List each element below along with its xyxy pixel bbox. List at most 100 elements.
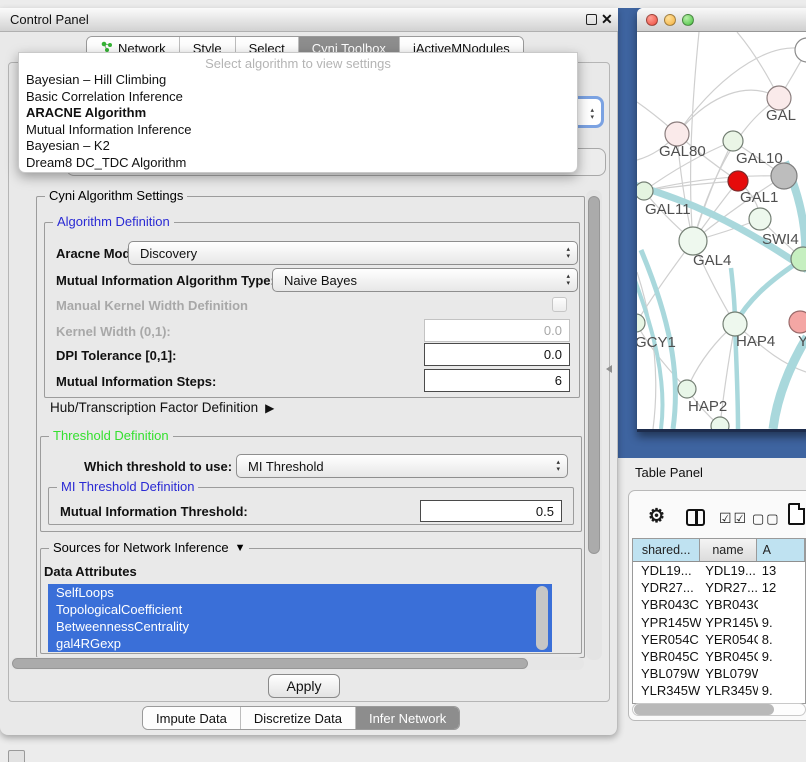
dropdown-item-selected[interactable]: ARACNE Algorithm bbox=[19, 105, 577, 122]
mi-type-combobox[interactable]: Naive Bayes ▴▾ bbox=[272, 268, 578, 292]
mi-steps-field[interactable]: 6 bbox=[424, 369, 570, 392]
which-threshold-combobox[interactable]: MI Threshold ▴▾ bbox=[236, 454, 568, 478]
node-bottom[interactable] bbox=[711, 417, 729, 429]
collapse-arrow-icon[interactable]: ▼ bbox=[235, 542, 246, 554]
tab-discretize-data[interactable]: Discretize Data bbox=[240, 707, 355, 729]
mi-threshold-label: Mutual Information Threshold: bbox=[60, 504, 248, 519]
aracne-mode-combobox[interactable]: Discovery ▴▾ bbox=[128, 241, 578, 265]
node-label: HAP2 bbox=[688, 398, 727, 415]
document-icon[interactable] bbox=[788, 503, 805, 525]
node-label: GAL4 bbox=[693, 252, 731, 269]
node-label: GAL1 bbox=[740, 189, 778, 206]
horizontal-scrollbar-thumb[interactable] bbox=[12, 658, 528, 669]
table-header-row: shared... name A bbox=[633, 539, 805, 562]
control-panel-title: Control Panel bbox=[10, 12, 89, 27]
list-item[interactable]: gal4RGexp bbox=[48, 635, 552, 652]
table-row[interactable]: YBR043CYBR043C bbox=[633, 596, 805, 613]
table-hscrollbar-thumb[interactable] bbox=[634, 704, 774, 715]
kernel-width-label: Kernel Width (0,1): bbox=[56, 324, 171, 339]
network-node-labels: GAL GAL80 GAL10 GAL1 SWI4 GAL11 GAL4 GCY… bbox=[637, 107, 806, 415]
zoom-traffic-light[interactable] bbox=[682, 14, 694, 26]
network-window-titlebar bbox=[637, 8, 806, 32]
table-row[interactable]: YBR045CYBR045C9. bbox=[633, 648, 805, 665]
network-window: GAL GAL80 GAL10 GAL1 SWI4 GAL11 GAL4 GCY… bbox=[637, 8, 806, 432]
deselect-all-columns-icon[interactable]: ▢▢ bbox=[752, 511, 781, 527]
mi-type-label: Mutual Information Algorithm Type: bbox=[56, 273, 275, 288]
table-row[interactable]: YLR345WYLR345W9. bbox=[633, 682, 805, 699]
stepper-arrows-icon: ▴▾ bbox=[556, 459, 560, 473]
mi-threshold-field[interactable]: 0.5 bbox=[420, 500, 562, 522]
node-gal1[interactable] bbox=[749, 208, 771, 230]
node-red-selected[interactable] bbox=[728, 171, 748, 191]
control-panel-titlebar bbox=[0, 8, 618, 32]
mi-steps-label: Mutual Information Steps: bbox=[56, 374, 216, 389]
dropdown-item[interactable]: Basic Correlation Inference bbox=[19, 89, 577, 106]
list-item[interactable]: SelfLoops bbox=[48, 584, 552, 601]
apply-button[interactable]: Apply bbox=[268, 674, 340, 698]
table-row[interactable]: YER054CYER054C8. bbox=[633, 631, 805, 648]
tab-infer-network[interactable]: Infer Network bbox=[355, 707, 459, 729]
which-threshold-label: Which threshold to use: bbox=[84, 459, 232, 474]
dpi-tolerance-field[interactable]: 0.0 bbox=[424, 343, 570, 366]
expand-arrow-icon[interactable]: ▶ bbox=[265, 401, 274, 415]
column-header-name[interactable]: name bbox=[700, 539, 756, 561]
network-window-bottom-edge bbox=[637, 429, 806, 432]
node-label: GAL bbox=[766, 107, 796, 124]
columns-icon[interactable] bbox=[686, 509, 705, 526]
node-label: GAL10 bbox=[736, 150, 783, 167]
node-y-cut[interactable] bbox=[789, 311, 806, 333]
column-header-third[interactable]: A bbox=[757, 539, 805, 561]
node-label: Y bbox=[798, 333, 806, 350]
table-row[interactable]: YDL19...YDL19...13 bbox=[633, 562, 805, 579]
network-canvas[interactable]: GAL GAL80 GAL10 GAL1 SWI4 GAL11 GAL4 GCY… bbox=[637, 32, 806, 429]
node-label: GAL80 bbox=[659, 143, 706, 160]
attribute-table: shared... name A YDL19...YDL19...13 YDR2… bbox=[632, 538, 806, 704]
hub-definition-row[interactable]: Hub/Transcription Factor Definition ▶ bbox=[50, 400, 274, 415]
algorithm-dropdown-popup: Select algorithm to view settings Bayesi… bbox=[18, 52, 578, 173]
dropdown-placeholder: Select algorithm to view settings bbox=[19, 55, 577, 72]
dpi-tolerance-label: DPI Tolerance [0,1]: bbox=[56, 348, 176, 363]
gear-icon[interactable]: ⚙ bbox=[648, 505, 665, 528]
settings-scrollbar-thumb[interactable] bbox=[588, 196, 600, 554]
close-traffic-light[interactable] bbox=[646, 14, 658, 26]
list-item[interactable]: TopologicalCoefficient bbox=[48, 601, 552, 618]
dropdown-item[interactable]: Dream8 DC_TDC Algorithm bbox=[19, 155, 577, 172]
column-header-shared[interactable]: shared... bbox=[633, 539, 700, 561]
table-panel-title: Table Panel bbox=[635, 465, 703, 480]
close-icon[interactable]: ✕ bbox=[601, 11, 613, 28]
manual-kernel-label: Manual Kernel Width Definition bbox=[56, 298, 248, 313]
tab-impute-data[interactable]: Impute Data bbox=[143, 707, 240, 729]
list-item[interactable]: BetweennessCentrality bbox=[48, 618, 552, 635]
node-label: GAL11 bbox=[645, 201, 691, 218]
node-label: GCY1 bbox=[637, 334, 676, 351]
select-all-columns-icon[interactable]: ☑☑ bbox=[719, 510, 748, 527]
collapsed-panel-icon[interactable] bbox=[8, 750, 25, 762]
bottom-tabstrip: Impute Data Discretize Data Infer Networ… bbox=[142, 706, 460, 730]
node-gcy1[interactable] bbox=[637, 314, 645, 332]
minimize-traffic-light[interactable] bbox=[664, 14, 676, 26]
node-label: HAP4 bbox=[736, 333, 775, 350]
dropdown-item[interactable]: Bayesian – Hill Climbing bbox=[19, 72, 577, 89]
node-label: SWI4 bbox=[762, 231, 799, 248]
network-graph: GAL GAL80 GAL10 GAL1 SWI4 GAL11 GAL4 GCY… bbox=[637, 32, 806, 429]
pane-collapse-arrow[interactable] bbox=[606, 365, 612, 373]
table-row[interactable]: YDR27...YDR27...12 bbox=[633, 579, 805, 596]
dropdown-item[interactable]: Mutual Information Inference bbox=[19, 122, 577, 139]
list-scrollbar-thumb[interactable] bbox=[536, 586, 548, 650]
table-row[interactable]: YBL079WYBL079W bbox=[633, 665, 805, 682]
manual-kernel-checkbox[interactable] bbox=[552, 297, 567, 312]
node[interactable] bbox=[795, 38, 806, 62]
data-attributes-list: SelfLoops TopologicalCoefficient Between… bbox=[48, 584, 552, 652]
screen: Control Panel ✕ Network Style Select C bbox=[0, 0, 806, 762]
stepper-arrows-icon: ▴▾ bbox=[566, 273, 570, 287]
node-gal11[interactable] bbox=[637, 182, 653, 200]
sources-group-title: Sources for Network Inference ▼ bbox=[49, 540, 249, 555]
kernel-width-field[interactable]: 0.0 bbox=[424, 319, 570, 342]
dropdown-item[interactable]: Bayesian – K2 bbox=[19, 138, 577, 155]
node-hap2[interactable] bbox=[678, 380, 696, 398]
float-window-icon[interactable] bbox=[586, 14, 597, 25]
node-gal10[interactable] bbox=[723, 131, 743, 151]
node-gal4[interactable] bbox=[679, 227, 707, 255]
stepper-arrows-icon: ▴▾ bbox=[566, 246, 570, 260]
table-row[interactable]: YPR145WYPR145W9. bbox=[633, 614, 805, 631]
